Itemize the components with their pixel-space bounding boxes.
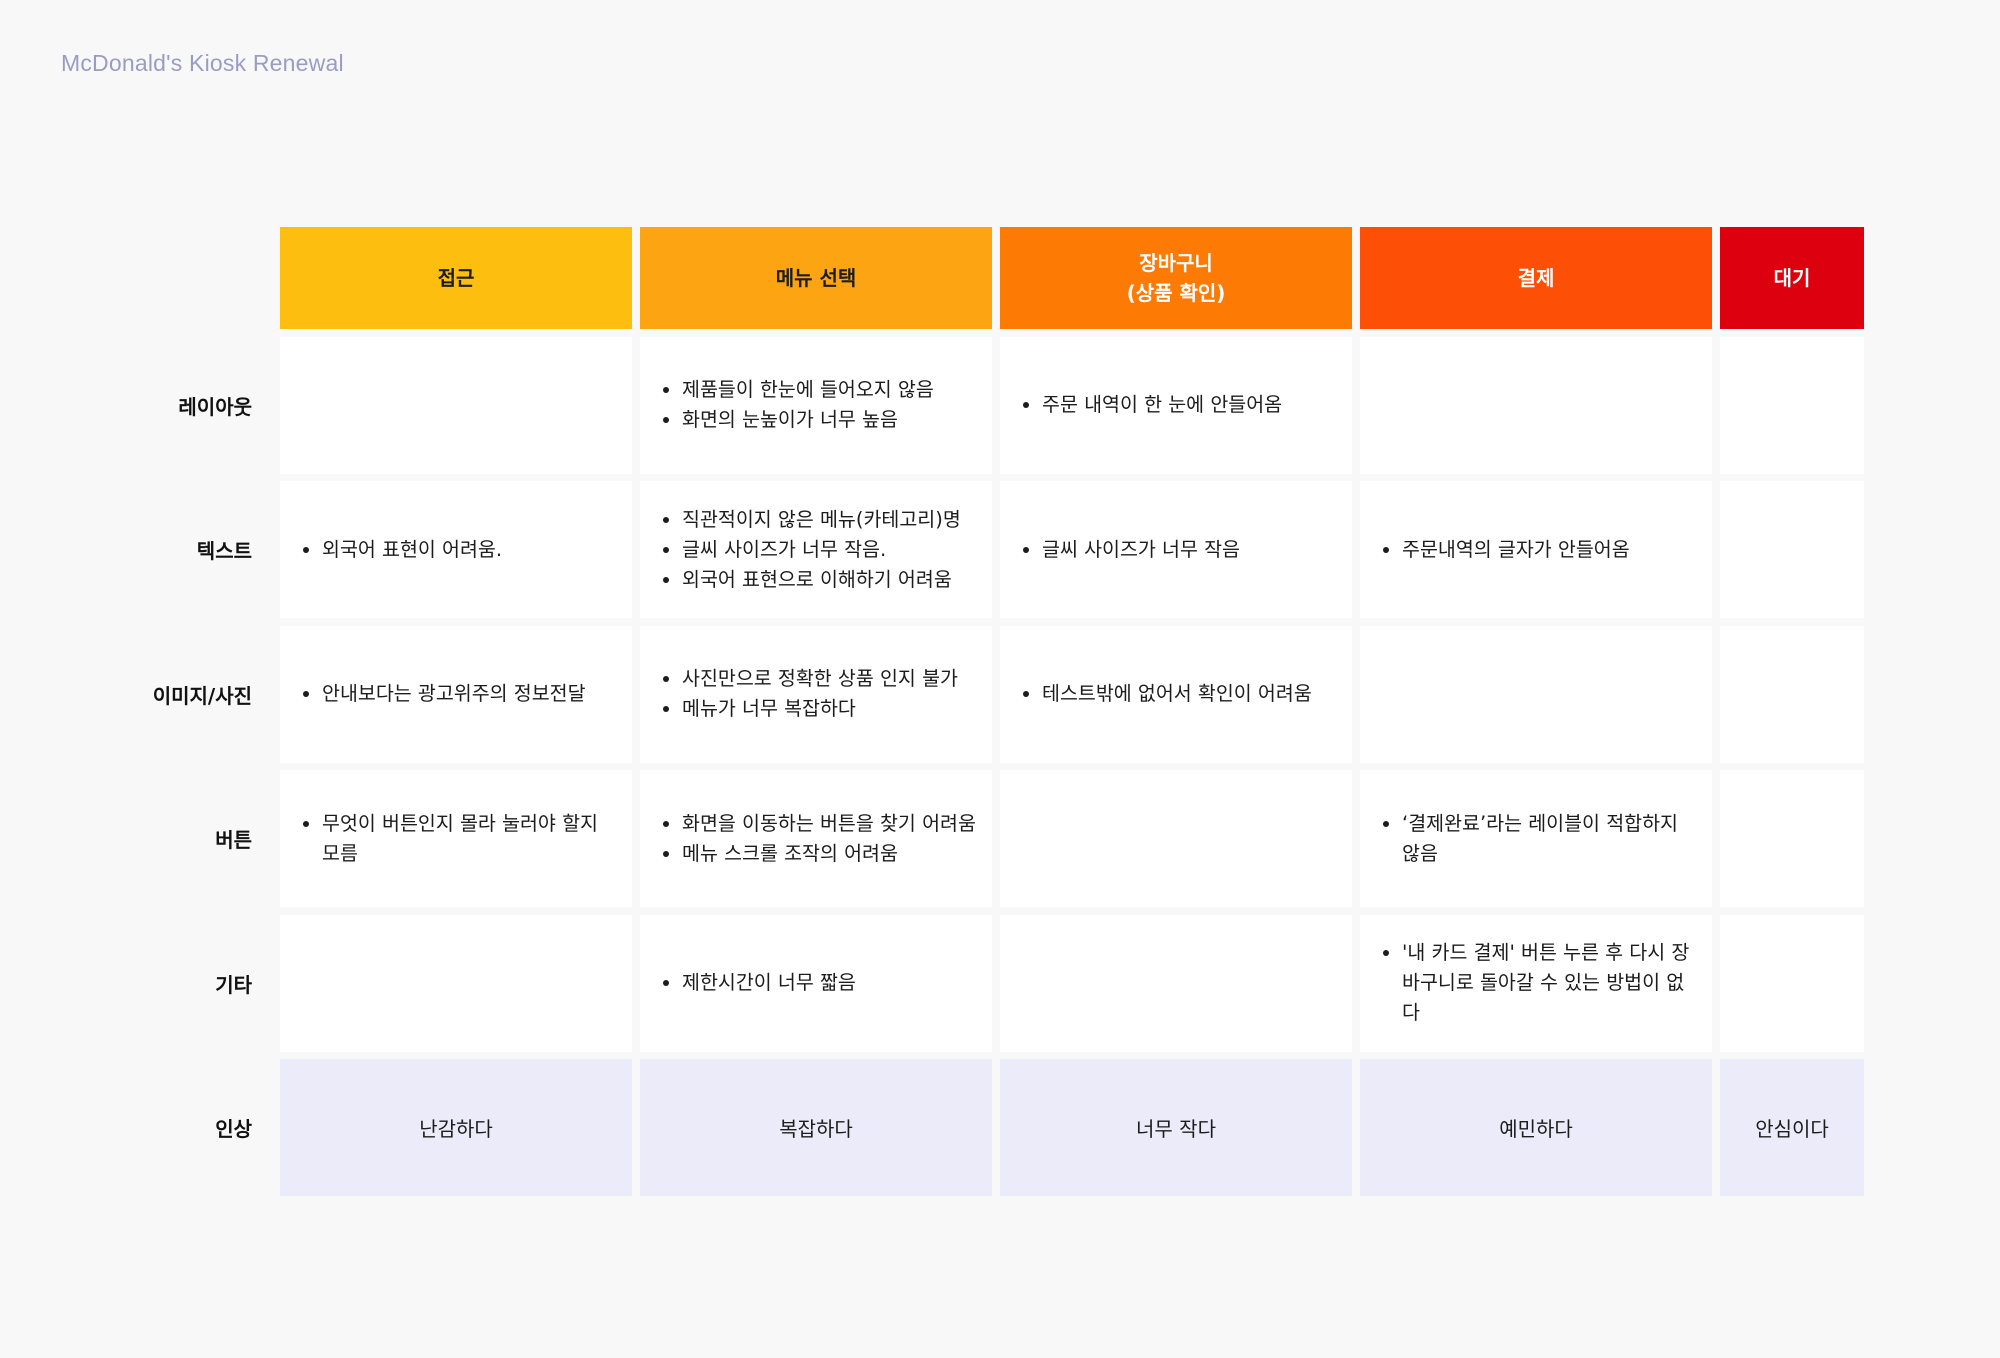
stage-header-access: 접근: [280, 227, 632, 329]
impression-menu: 복잡하다: [640, 1059, 992, 1196]
cell-etc-menu: 제한시간이 너무 짧음: [640, 914, 992, 1052]
page-title: McDonald's Kiosk Renewal: [61, 50, 344, 76]
issue-list: 제품들이 한눈에 들어오지 않음화면의 눈높이가 너무 높음: [660, 375, 934, 435]
issue-list: 주문내역의 글자가 안들어옴: [1380, 535, 1630, 565]
issue-item: 제품들이 한눈에 들어오지 않음: [682, 375, 934, 405]
row-label-button: 버튼: [215, 828, 252, 852]
cell-text-menu: 직관적이지 않은 메뉴(카테고리)명글씨 사이즈가 너무 작음.외국어 표현으로…: [640, 481, 992, 618]
issue-item: 글씨 사이즈가 너무 작음: [1042, 535, 1240, 565]
issue-item: 제한시간이 너무 짧음: [682, 968, 856, 998]
cell-button-access: 무엇이 버튼인지 몰라 눌러야 할지 모름: [280, 770, 632, 907]
cell-layout-payment: [1360, 336, 1712, 474]
issue-list: 직관적이지 않은 메뉴(카테고리)명글씨 사이즈가 너무 작음.외국어 표현으로…: [660, 505, 961, 595]
issue-item: 글씨 사이즈가 너무 작음.: [682, 535, 961, 565]
cell-text-cart: 글씨 사이즈가 너무 작음: [1000, 481, 1352, 618]
cell-etc-cart: [1000, 914, 1352, 1052]
issue-item: 외국어 표현이 어려움.: [322, 535, 502, 565]
issue-list: 안내보다는 광고위주의 정보전달: [300, 679, 586, 709]
issue-list: 글씨 사이즈가 너무 작음: [1020, 535, 1240, 565]
issue-item: 외국어 표현으로 이해하기 어려움: [682, 565, 961, 595]
issue-item: 테스트밖에 없어서 확인이 어려움: [1042, 679, 1312, 709]
cell-text-waiting: [1720, 481, 1864, 618]
issue-list: 주문 내역이 한 눈에 안들어옴: [1020, 390, 1282, 420]
issue-item: ‘결제완료’라는 레이블이 적합하지 않음: [1402, 809, 1700, 869]
impression-waiting: 안심이다: [1720, 1059, 1864, 1196]
cell-image-payment: [1360, 625, 1712, 763]
stage-header-payment: 결제: [1360, 227, 1712, 329]
cell-etc-payment: '내 카드 결제' 버튼 누른 후 다시 장바구니로 돌아갈 수 있는 방법이 …: [1360, 914, 1712, 1052]
issue-list: '내 카드 결제' 버튼 누른 후 다시 장바구니로 돌아갈 수 있는 방법이 …: [1380, 938, 1700, 1028]
cell-text-payment: 주문내역의 글자가 안들어옴: [1360, 481, 1712, 618]
issue-item: 안내보다는 광고위주의 정보전달: [322, 679, 586, 709]
cell-button-waiting: [1720, 770, 1864, 907]
cell-layout-cart: 주문 내역이 한 눈에 안들어옴: [1000, 336, 1352, 474]
issue-list: ‘결제완료’라는 레이블이 적합하지 않음: [1380, 809, 1700, 869]
cell-etc-access: [280, 914, 632, 1052]
cell-image-menu: 사진만으로 정확한 상품 인지 불가메뉴가 너무 복잡하다: [640, 625, 992, 763]
cell-image-cart: 테스트밖에 없어서 확인이 어려움: [1000, 625, 1352, 763]
cell-image-waiting: [1720, 625, 1864, 763]
journey-map-grid: 접근 메뉴 선택 장바구니 (상품 확인) 결제 대기 레이아웃 제품들이 한눈…: [0, 227, 1864, 1196]
cell-text-access: 외국어 표현이 어려움.: [280, 481, 632, 618]
issue-item: 메뉴 스크롤 조작의 어려움: [682, 839, 976, 869]
issue-item: 주문 내역이 한 눈에 안들어옴: [1042, 390, 1282, 420]
cell-layout-access: [280, 336, 632, 474]
row-label-impression: 인상: [215, 1117, 252, 1141]
issue-list: 화면을 이동하는 버튼을 찾기 어려움메뉴 스크롤 조작의 어려움: [660, 809, 976, 869]
stage-header-menu-select: 메뉴 선택: [640, 227, 992, 329]
issue-item: 주문내역의 글자가 안들어옴: [1402, 535, 1630, 565]
cell-button-payment: ‘결제완료’라는 레이블이 적합하지 않음: [1360, 770, 1712, 907]
row-label-layout: 레이아웃: [178, 394, 252, 419]
stage-header-waiting: 대기: [1720, 227, 1864, 329]
issue-list: 무엇이 버튼인지 몰라 눌러야 할지 모름: [300, 809, 620, 869]
issue-item: '내 카드 결제' 버튼 누른 후 다시 장바구니로 돌아갈 수 있는 방법이 …: [1402, 938, 1700, 1028]
issue-item: 화면의 눈높이가 너무 높음: [682, 405, 934, 435]
cell-etc-waiting: [1720, 914, 1864, 1052]
issue-item: 직관적이지 않은 메뉴(카테고리)명: [682, 505, 961, 535]
impression-payment: 예민하다: [1360, 1059, 1712, 1196]
cell-layout-menu: 제품들이 한눈에 들어오지 않음화면의 눈높이가 너무 높음: [640, 336, 992, 474]
cell-image-access: 안내보다는 광고위주의 정보전달: [280, 625, 632, 763]
corner-spacer: [0, 227, 272, 329]
impression-access: 난감하다: [280, 1059, 632, 1196]
row-label-etc: 기타: [215, 972, 252, 997]
row-label-image: 이미지/사진: [152, 683, 252, 708]
stage-header-cart: 장바구니 (상품 확인): [1000, 227, 1352, 329]
issue-item: 화면을 이동하는 버튼을 찾기 어려움: [682, 809, 976, 839]
cell-button-cart: [1000, 770, 1352, 907]
issue-list: 외국어 표현이 어려움.: [300, 535, 502, 565]
cell-layout-waiting: [1720, 336, 1864, 474]
cell-button-menu: 화면을 이동하는 버튼을 찾기 어려움메뉴 스크롤 조작의 어려움: [640, 770, 992, 907]
issue-list: 제한시간이 너무 짧음: [660, 968, 856, 998]
issue-item: 무엇이 버튼인지 몰라 눌러야 할지 모름: [322, 809, 620, 869]
issue-list: 사진만으로 정확한 상품 인지 불가메뉴가 너무 복잡하다: [660, 664, 958, 724]
issue-item: 사진만으로 정확한 상품 인지 불가: [682, 664, 958, 694]
impression-cart: 너무 작다: [1000, 1059, 1352, 1196]
issue-list: 테스트밖에 없어서 확인이 어려움: [1020, 679, 1312, 709]
row-label-text: 텍스트: [196, 539, 252, 563]
issue-item: 메뉴가 너무 복잡하다: [682, 694, 958, 724]
